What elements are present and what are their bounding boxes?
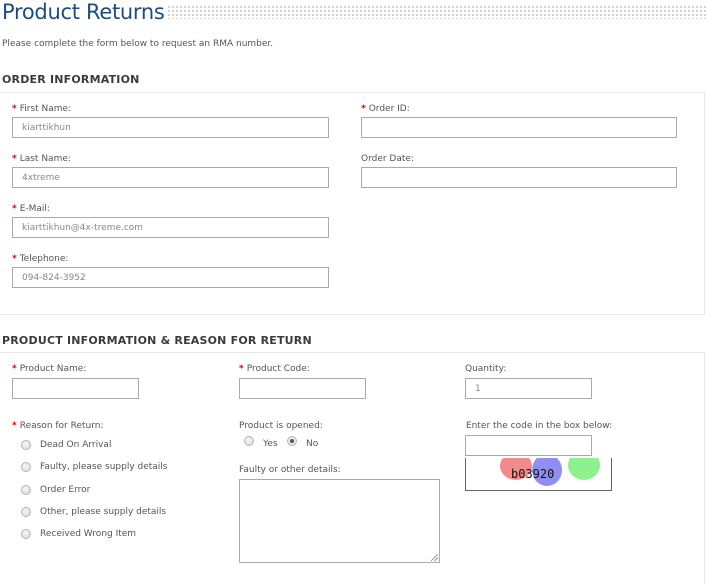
first-name-label: * First Name: — [12, 104, 72, 114]
email-field[interactable]: kiarttikhun@4x-treme.com — [12, 217, 329, 238]
opened-no-radio[interactable] — [287, 436, 297, 446]
reason-option-label: Order Error — [40, 485, 91, 495]
reason-option-label: Faulty, please supply details — [40, 462, 168, 472]
product-code-field[interactable] — [239, 378, 366, 399]
telephone-label: * Telephone: — [12, 254, 69, 264]
page-title: Product Returns — [2, 0, 165, 24]
reason-radio-wrong-item[interactable] — [21, 529, 31, 539]
opened-yes-label: Yes — [263, 439, 278, 449]
details-textarea[interactable] — [239, 479, 440, 563]
reason-option-label: Dead On Arrival — [40, 440, 112, 450]
telephone-field[interactable]: 094-824-3952 — [12, 267, 329, 288]
order-date-label: Order Date: — [361, 154, 414, 164]
order-id-field[interactable] — [361, 117, 677, 138]
reason-option-label: Other, please supply details — [40, 507, 167, 517]
resize-grip-icon[interactable] — [431, 554, 438, 561]
captcha-input[interactable] — [465, 435, 592, 456]
title-dotted-rule — [167, 5, 706, 19]
reason-radio-order-error[interactable] — [21, 485, 31, 495]
quantity-field[interactable]: 1 — [465, 378, 592, 399]
product-name-field[interactable] — [12, 378, 139, 399]
product-code-label: * Product Code: — [239, 364, 310, 374]
product-name-label: * Product Name: — [12, 364, 87, 374]
captcha-label: Enter the code in the box below: — [466, 421, 613, 431]
reason-radio-other[interactable] — [21, 507, 31, 517]
reason-option-label: Received Wrong Item — [40, 529, 137, 539]
reason-radio-faulty[interactable] — [21, 462, 31, 472]
opened-yes-radio[interactable] — [244, 436, 254, 446]
intro-text: Please complete the form below to reques… — [2, 39, 274, 49]
reason-radio-dead-on-arrival[interactable] — [21, 440, 31, 450]
details-label: Faulty or other details: — [239, 465, 341, 475]
email-label: * E-Mail: — [12, 204, 50, 214]
product-section-heading: PRODUCT INFORMATION & REASON FOR RETURN — [2, 334, 312, 347]
opened-no-label: No — [306, 439, 319, 449]
first-name-field[interactable]: kiarttikhun — [12, 117, 329, 138]
opened-label: Product is opened: — [239, 421, 323, 431]
last-name-label: * Last Name: — [12, 154, 71, 164]
captcha-code-text: b03920 — [511, 467, 555, 481]
quantity-label: Quantity: — [465, 364, 507, 374]
captcha-green-blob — [568, 458, 600, 480]
order-section-heading: ORDER INFORMATION — [2, 73, 140, 86]
order-date-field[interactable] — [361, 167, 677, 188]
reason-label: * Reason for Return: — [12, 421, 104, 431]
captcha-image: b03920 — [465, 458, 612, 491]
order-id-label: * Order ID: — [361, 104, 410, 114]
last-name-field[interactable]: 4xtreme — [12, 167, 329, 188]
